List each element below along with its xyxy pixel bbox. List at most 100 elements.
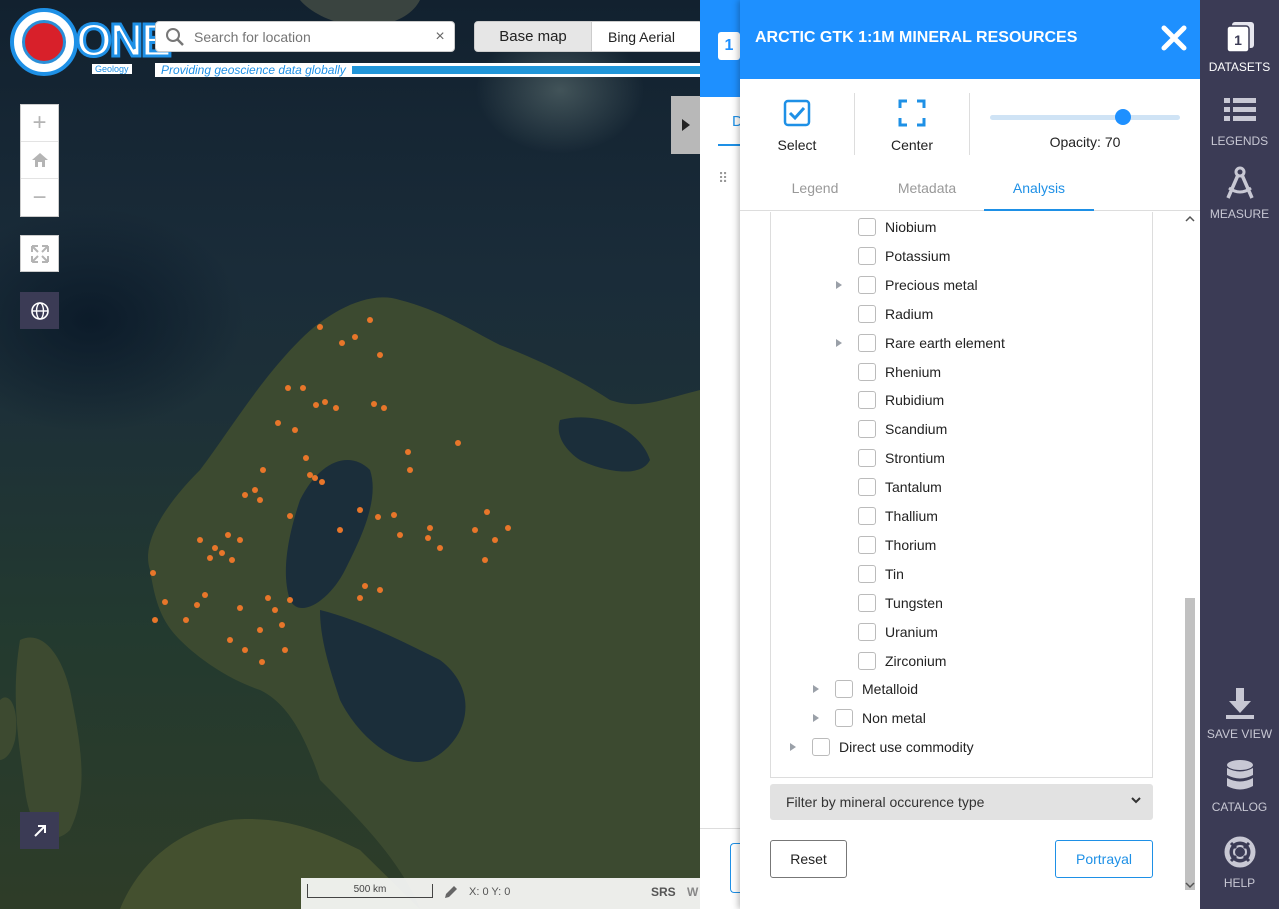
sidebar-item-help[interactable]: HELP	[1200, 830, 1279, 890]
tab-legend[interactable]: Legend	[760, 169, 870, 211]
tree-checkbox[interactable]	[858, 507, 876, 525]
tree-item-label: Direct use commodity	[839, 739, 974, 756]
tree-checkbox[interactable]	[858, 535, 876, 554]
tree-item[interactable]: Uranium	[835, 618, 938, 646]
tree-item[interactable]: Scandium	[835, 415, 947, 443]
sidebar-item-measure[interactable]: MEASURE	[1200, 161, 1279, 221]
tree-checkbox[interactable]	[858, 246, 876, 265]
tree-checkbox[interactable]	[858, 218, 876, 236]
expand-caret-icon[interactable]	[812, 704, 826, 732]
tree-item-label: Tungsten	[885, 594, 943, 611]
tree-item[interactable]: Zirconium	[835, 647, 946, 675]
tree-checkbox[interactable]	[858, 564, 876, 583]
tree-item-label: Tin	[885, 565, 904, 582]
onegeology-logo[interactable]: ONE Geology	[8, 6, 173, 78]
drag-handle-icon[interactable]: ⠿	[718, 170, 728, 187]
scroll-down-icon[interactable]	[1183, 880, 1197, 890]
sidebar-item-datasets[interactable]: 1 DATASETS	[1200, 14, 1279, 74]
dialog-header: ARCTIC GTK 1:1M MINERAL RESOURCES	[740, 0, 1200, 79]
tree-item[interactable]: Thorium	[835, 531, 936, 559]
tree-item[interactable]: Rhenium	[835, 358, 941, 386]
close-button[interactable]	[1158, 20, 1190, 56]
home-icon	[31, 153, 48, 167]
tree-checkbox[interactable]	[858, 275, 876, 294]
tree-item[interactable]: Tin	[835, 560, 904, 588]
tree-item[interactable]: Rare earth element	[835, 329, 1005, 357]
reset-button[interactable]: Reset	[770, 840, 847, 878]
tree-checkbox[interactable]	[858, 651, 876, 670]
opacity-slider[interactable]: Opacity: 70	[990, 109, 1180, 157]
datasets-icon: 1	[1200, 14, 1279, 58]
zoom-in-button[interactable]: +	[21, 105, 58, 142]
sidebar-item-save-view[interactable]: SAVE VIEW	[1200, 681, 1279, 741]
center-tool-button[interactable]: Center	[855, 93, 969, 153]
tree-checkbox[interactable]	[858, 449, 876, 468]
tree-item-label: Rare earth element	[885, 334, 1005, 351]
overview-map-button[interactable]	[20, 812, 59, 849]
chevron-down-icon	[1131, 797, 1141, 804]
scroll-up-icon[interactable]	[1183, 214, 1197, 224]
tree-item[interactable]: Tantalum	[835, 473, 942, 501]
expand-caret-icon[interactable]	[835, 271, 849, 299]
location-search: ×	[155, 21, 455, 52]
tree-item[interactable]: Direct use commodity	[789, 733, 974, 761]
globe-view-button[interactable]	[20, 292, 59, 329]
panel-toggle-button[interactable]	[671, 96, 700, 154]
tree-checkbox[interactable]	[858, 304, 876, 323]
tree-checkbox[interactable]	[835, 680, 853, 699]
tree-checkbox[interactable]	[835, 709, 853, 728]
basemap-label: Base map	[475, 22, 592, 51]
tree-checkbox[interactable]	[858, 478, 876, 497]
fullscreen-button[interactable]	[20, 235, 59, 272]
home-button[interactable]	[21, 142, 58, 179]
zoom-out-button[interactable]: −	[21, 179, 58, 216]
scrollbar-thumb[interactable]	[1185, 598, 1195, 890]
tagline-bar: Providing geoscience data globally	[155, 63, 700, 77]
sidebar-item-legends[interactable]: LEGENDS	[1200, 88, 1279, 148]
tab-analysis[interactable]: Analysis	[984, 169, 1094, 211]
clear-search-icon[interactable]: ×	[426, 28, 454, 46]
tree-item[interactable]: Non metal	[812, 704, 926, 732]
mineral-occurrence-filter[interactable]: Filter by mineral occurence type	[770, 784, 1153, 820]
expand-caret-icon[interactable]	[789, 733, 803, 761]
tree-item[interactable]: Radium	[835, 300, 933, 328]
tree-item[interactable]: Thallium	[835, 502, 938, 530]
tree-item[interactable]: Rubidium	[835, 386, 944, 414]
expand-caret-icon[interactable]	[812, 675, 826, 703]
tree-checkbox[interactable]	[858, 420, 876, 439]
tree-item[interactable]: Metalloid	[812, 675, 918, 703]
tree-item-label: Strontium	[885, 450, 945, 467]
tree-item[interactable]: Precious metal	[835, 271, 978, 299]
map-status-bar: 500 km X: 0 Y: 0 SRS W	[301, 878, 700, 909]
select-tool-button[interactable]: Select	[740, 93, 854, 153]
basemap-dropdown[interactable]: Bing Aerial	[592, 22, 700, 51]
tree-item-label: Metalloid	[862, 681, 919, 698]
basemap-selector: Base map Bing Aerial	[474, 21, 700, 52]
expand-caret-icon[interactable]	[835, 329, 849, 357]
opacity-slider-knob[interactable]	[1115, 109, 1131, 125]
opacity-slider-track[interactable]	[990, 115, 1180, 120]
tree-checkbox[interactable]	[858, 333, 876, 352]
tree-item[interactable]: Strontium	[835, 444, 945, 472]
tab-metadata[interactable]: Metadata	[872, 169, 982, 211]
tree-checkbox[interactable]	[812, 738, 830, 757]
search-input[interactable]	[194, 28, 426, 45]
arrow-up-right-icon	[33, 824, 46, 837]
tree-item[interactable]: Niobium	[835, 213, 936, 241]
tree-checkbox[interactable]	[858, 622, 876, 641]
tree-item[interactable]: Potassium	[835, 242, 950, 270]
pencil-icon[interactable]	[443, 884, 459, 903]
map-view[interactable]: ONE Geology Providing geoscience data gl…	[0, 0, 700, 909]
dialog-scrollbar[interactable]	[1183, 212, 1197, 892]
scale-bar: 500 km	[307, 884, 433, 898]
tree-checkbox[interactable]	[858, 391, 876, 410]
portrayal-button[interactable]: Portrayal	[1055, 840, 1153, 878]
tree-item-label: Niobium	[885, 219, 937, 235]
tagline: Providing geoscience data globally	[155, 63, 352, 77]
tree-checkbox[interactable]	[858, 362, 876, 381]
tree-checkbox[interactable]	[858, 593, 876, 612]
tree-item[interactable]: Tungsten	[835, 589, 943, 617]
srs-label[interactable]: SRS	[651, 885, 676, 899]
sidebar-item-catalog[interactable]: CATALOG	[1200, 754, 1279, 814]
logo-globe-icon	[10, 8, 78, 76]
